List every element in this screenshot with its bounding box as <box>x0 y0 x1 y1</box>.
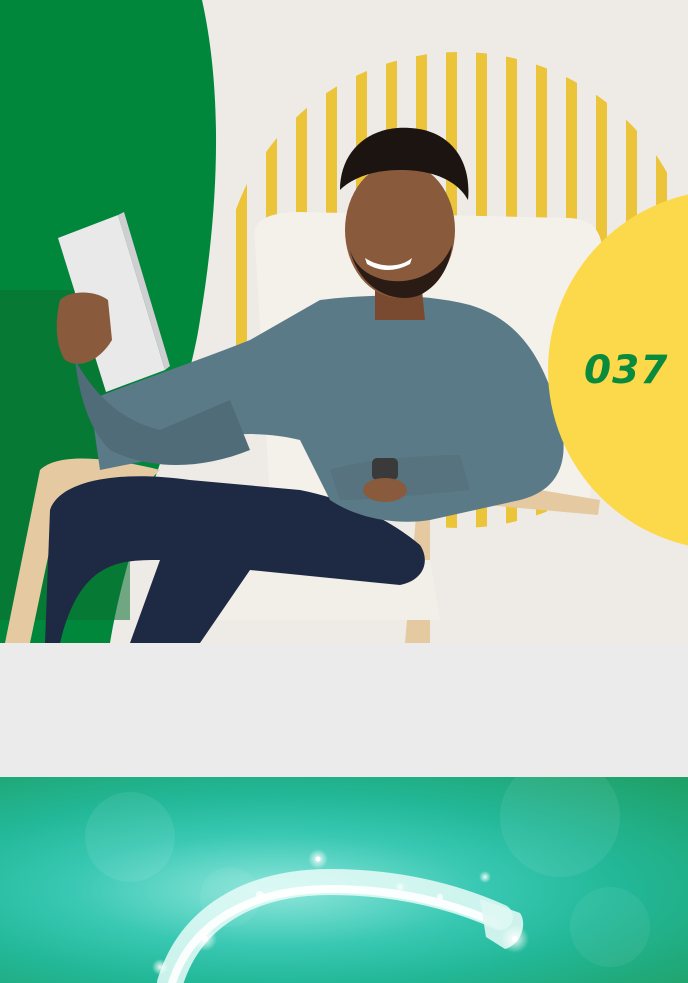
sparkling-ring-icon <box>85 777 650 983</box>
hero-illustration <box>0 0 688 643</box>
promo-banner <box>0 777 688 983</box>
watch <box>372 458 398 480</box>
page-number: 037 <box>584 348 669 393</box>
hero-photo-section: 037 <box>0 0 688 643</box>
blank-gap <box>0 643 688 777</box>
